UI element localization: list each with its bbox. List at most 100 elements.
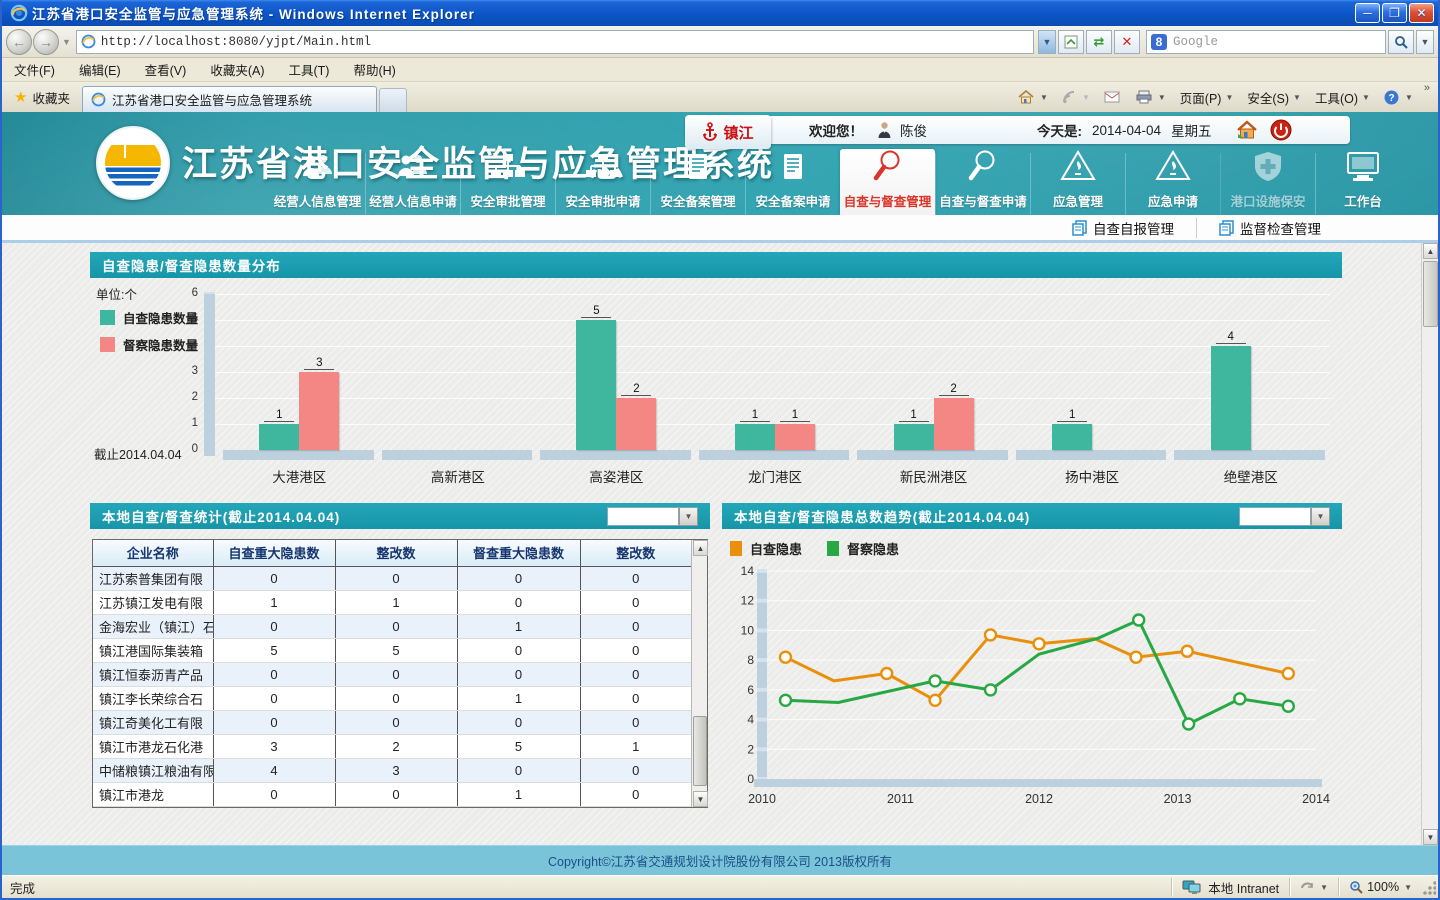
table-scroll-thumb[interactable] [693, 716, 707, 785]
stats-table-filter-combobox[interactable]: ▼ [607, 507, 698, 526]
page-scrollbar[interactable]: ▲ ▼ [1421, 243, 1438, 845]
line-chart-filter-combobox[interactable]: ▼ [1239, 507, 1330, 526]
menu-item-5[interactable]: 帮助(H) [341, 57, 407, 82]
table-row[interactable]: 镇江市港龙0010 [93, 782, 691, 806]
line-marker[interactable] [930, 695, 941, 706]
line-marker[interactable] [930, 675, 941, 686]
nav-item-4[interactable]: 安全备案管理 [650, 153, 745, 215]
table-scroll-up-icon[interactable]: ▲ [693, 540, 708, 556]
line-marker[interactable] [881, 668, 892, 679]
nav-item-1[interactable]: 经营人信息申请 [365, 153, 460, 215]
table-row[interactable]: 镇江李长荣综合石0010 [93, 686, 691, 710]
nav-item-6[interactable]: 自查与督查管理 [840, 149, 935, 215]
page-menu[interactable]: 页面(P)▼ [1173, 86, 1241, 108]
refresh-button[interactable]: ⇄ [1086, 30, 1112, 54]
search-input[interactable]: 8 Google [1146, 30, 1386, 54]
close-button[interactable]: ✕ [1409, 3, 1434, 23]
line-marker[interactable] [985, 629, 996, 640]
maximize-button[interactable]: ❐ [1382, 3, 1407, 23]
line-marker[interactable] [780, 695, 791, 706]
help-menu[interactable]: ?▼ [1377, 86, 1420, 108]
safety-menu[interactable]: 安全(S)▼ [1240, 86, 1308, 108]
compatibility-view-button[interactable] [1058, 30, 1084, 54]
print-button[interactable]: ▼ [1129, 86, 1173, 108]
minimize-button[interactable]: ─ [1355, 3, 1380, 23]
address-dropdown-button[interactable]: ▼ [1038, 30, 1056, 54]
rss-button[interactable]: ▼ [1055, 86, 1097, 108]
read-mail-button[interactable] [1097, 86, 1129, 108]
stop-button[interactable]: ✕ [1114, 30, 1140, 54]
table-scrollbar[interactable]: ▲ ▼ [691, 540, 707, 807]
bar[interactable] [894, 424, 934, 450]
bar-ytick: 3 [172, 365, 198, 377]
bar[interactable] [299, 372, 339, 450]
home-icon[interactable] [1236, 120, 1258, 140]
subnav-item-1[interactable]: 监督检查管理 [1196, 218, 1343, 238]
line-marker[interactable] [1283, 668, 1294, 679]
resize-grip[interactable] [1422, 878, 1436, 896]
bar[interactable] [576, 320, 616, 450]
menu-item-4[interactable]: 工具(T) [276, 57, 341, 82]
table-row[interactable]: 镇江港国际集装箱5500 [93, 638, 691, 662]
menu-item-2[interactable]: 查看(V) [133, 57, 199, 82]
back-button[interactable]: ← [6, 29, 32, 55]
table-row[interactable]: 镇江恒泰沥青产品0000 [93, 662, 691, 686]
new-tab-button[interactable] [379, 88, 407, 112]
line-marker[interactable] [1234, 693, 1245, 704]
logout-power-icon[interactable] [1270, 119, 1292, 141]
bar[interactable] [1052, 424, 1092, 450]
favorites-button[interactable]: ★ 收藏夹 [6, 85, 78, 109]
table-row[interactable]: 金海宏业（镇江）石0010 [93, 614, 691, 638]
line-marker[interactable] [1283, 701, 1294, 712]
home-button[interactable]: ▼ [1011, 86, 1055, 108]
menu-item-3[interactable]: 收藏夹(A) [198, 57, 276, 82]
protected-mode-control[interactable]: ▼ [1289, 878, 1338, 896]
nav-item-8[interactable]: 应急管理 [1030, 153, 1125, 215]
nav-item-0[interactable]: 经营人信息管理 [270, 153, 365, 215]
line-xtick: 2014 [1302, 792, 1330, 806]
table-row[interactable]: 镇江市港龙石化港3251 [93, 734, 691, 758]
overflow-chevron[interactable]: » [1424, 82, 1430, 94]
page-scroll-up-icon[interactable]: ▲ [1423, 243, 1438, 259]
table-row[interactable]: 镇江奇美化工有限0000 [93, 710, 691, 734]
table-row[interactable]: 中储粮镇江粮油有限4300 [93, 758, 691, 782]
combo-arrow-icon[interactable]: ▼ [1311, 507, 1330, 526]
line-legend-supervise: 督察隐患 [827, 539, 899, 558]
nav-item-5[interactable]: 安全备案申请 [745, 153, 840, 215]
line-marker[interactable] [1131, 652, 1142, 663]
subnav-item-0[interactable]: 自查自报管理 [1050, 218, 1196, 238]
bar[interactable] [259, 424, 299, 450]
nav-item-7[interactable]: 自查与督查申请 [935, 153, 1030, 215]
table-row[interactable]: 江苏镇江发电有限1100 [93, 590, 691, 614]
search-button[interactable] [1388, 30, 1414, 54]
bar[interactable] [775, 424, 815, 450]
line-marker[interactable] [1182, 646, 1193, 657]
tools-menu[interactable]: 工具(O)▼ [1308, 86, 1377, 108]
url-input[interactable]: http://localhost:8080/yjpt/Main.html [76, 30, 1034, 54]
bar[interactable] [616, 398, 656, 450]
combo-arrow-icon[interactable]: ▼ [679, 507, 698, 526]
page-scroll-down-icon[interactable]: ▼ [1423, 829, 1438, 845]
page-scroll-thumb[interactable] [1423, 261, 1438, 327]
line-marker[interactable] [1133, 615, 1144, 626]
search-options-dropdown[interactable]: ▼ [1416, 30, 1434, 54]
bar[interactable] [1211, 346, 1251, 450]
nav-item-11[interactable]: 工作台 [1315, 153, 1410, 215]
bar[interactable] [934, 398, 974, 450]
line-marker[interactable] [985, 684, 996, 695]
nav-item-9[interactable]: 应急申请 [1125, 153, 1220, 215]
active-tab[interactable]: 江苏省港口安全监管与应急管理系统 [82, 86, 377, 112]
line-marker[interactable] [1034, 638, 1045, 649]
forward-button[interactable]: → [33, 29, 59, 55]
nav-item-3[interactable]: 安全审批申请 [555, 153, 650, 215]
line-marker[interactable] [1183, 719, 1194, 730]
table-row[interactable]: 江苏索普集团有限0000 [93, 566, 691, 590]
line-marker[interactable] [780, 652, 791, 663]
table-scroll-down-icon[interactable]: ▼ [693, 791, 708, 807]
bar[interactable] [735, 424, 775, 450]
nav-item-2[interactable]: 安全审批管理 [460, 153, 555, 215]
menu-item-0[interactable]: 文件(F) [2, 57, 67, 82]
zoom-control[interactable]: 100% ▼ [1338, 878, 1422, 896]
menu-item-1[interactable]: 编辑(E) [67, 57, 133, 82]
recent-pages-dropdown[interactable]: ▼ [62, 37, 71, 47]
